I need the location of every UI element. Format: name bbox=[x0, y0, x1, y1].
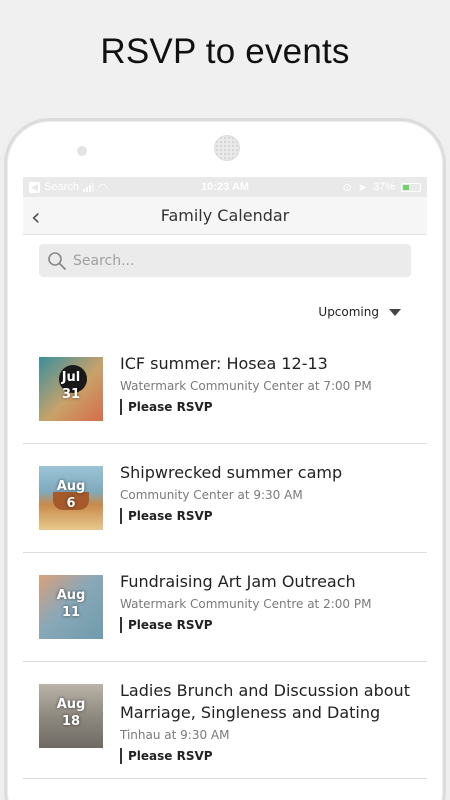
event-location-time: Tinhau at 9:30 AM bbox=[120, 728, 230, 742]
event-month: Jul bbox=[61, 370, 81, 385]
event-location-time: Community Center at 9:30 AM bbox=[120, 488, 303, 502]
event-title: Fundraising Art Jam Outreach bbox=[120, 572, 356, 591]
event-thumbnail: Aug 18 bbox=[39, 684, 103, 748]
event-list: Jul 31 ICF summer: Hosea 12-13 Watermark… bbox=[23, 335, 427, 779]
event-thumbnail: Aug 11 bbox=[39, 575, 103, 639]
event-item[interactable]: Aug 18 Ladies Brunch and Discussion abou… bbox=[23, 662, 427, 779]
event-day: 18 bbox=[61, 714, 81, 729]
event-title: Shipwrecked summer camp bbox=[120, 463, 343, 482]
filter-selected-label: Upcoming bbox=[318, 305, 379, 319]
rsvp-link[interactable]: Please RSVP bbox=[120, 617, 371, 633]
event-month: Aug bbox=[56, 479, 86, 494]
promo-headline: RSVP to events bbox=[100, 32, 350, 71]
event-thumbnail: Jul 31 bbox=[39, 357, 103, 421]
filter-row: Upcoming bbox=[23, 277, 427, 335]
earpiece-speaker bbox=[214, 135, 240, 161]
upcoming-filter-dropdown[interactable]: Upcoming bbox=[318, 305, 401, 319]
rsvp-link[interactable]: Please RSVP bbox=[120, 748, 427, 764]
event-info: Fundraising Art Jam Outreach Watermark C… bbox=[120, 567, 371, 647]
event-info: Shipwrecked summer camp Community Center… bbox=[120, 458, 342, 538]
event-day: 11 bbox=[61, 605, 81, 620]
search-bar[interactable] bbox=[39, 244, 411, 277]
front-camera bbox=[77, 146, 87, 156]
rsvp-link[interactable]: Please RSVP bbox=[120, 399, 372, 415]
event-info: ICF summer: Hosea 12-13 Watermark Commun… bbox=[120, 349, 372, 429]
event-day: 31 bbox=[61, 387, 81, 402]
search-icon bbox=[48, 251, 66, 270]
event-thumbnail: Aug 6 bbox=[39, 466, 103, 530]
nav-bar: ‹ Family Calendar bbox=[23, 197, 427, 235]
battery-icon bbox=[401, 182, 421, 192]
page-title: Family Calendar bbox=[160, 206, 290, 225]
event-location-time: Watermark Community Centre at 2:00 PM bbox=[120, 597, 372, 611]
event-location-time: Watermark Community Center at 7:00 PM bbox=[120, 379, 372, 393]
event-title: ICF summer: Hosea 12-13 bbox=[120, 354, 328, 373]
event-info: Ladies Brunch and Discussion about Marri… bbox=[120, 676, 427, 764]
app-screen: ◀ Search ◠ 10:23 AM ⊙ ➤ 37% ‹ Family Cal… bbox=[23, 177, 427, 800]
event-date-badge: Aug 11 bbox=[39, 587, 103, 621]
status-bar: ◀ Search ◠ 10:23 AM ⊙ ➤ 37% bbox=[23, 177, 427, 197]
event-item[interactable]: Jul 31 ICF summer: Hosea 12-13 Watermark… bbox=[23, 335, 427, 444]
search-input[interactable] bbox=[73, 252, 373, 269]
search-container bbox=[23, 235, 427, 277]
event-item[interactable]: Aug 11 Fundraising Art Jam Outreach Wate… bbox=[23, 553, 427, 662]
back-chevron-icon[interactable]: ‹ bbox=[31, 203, 41, 231]
event-month: Aug bbox=[56, 697, 86, 712]
rsvp-link[interactable]: Please RSVP bbox=[120, 508, 342, 524]
event-date-badge: Aug 18 bbox=[39, 696, 103, 730]
event-day: 6 bbox=[66, 496, 76, 511]
event-title: Ladies Brunch and Discussion about Marri… bbox=[120, 681, 410, 722]
event-month: Aug bbox=[56, 588, 86, 603]
event-date-badge: Jul 31 bbox=[39, 369, 103, 403]
status-time: 10:23 AM bbox=[201, 181, 249, 193]
event-date-badge: Aug 6 bbox=[39, 478, 103, 512]
event-item[interactable]: Aug 6 Shipwrecked summer camp Community … bbox=[23, 444, 427, 553]
chevron-down-icon bbox=[389, 308, 401, 316]
